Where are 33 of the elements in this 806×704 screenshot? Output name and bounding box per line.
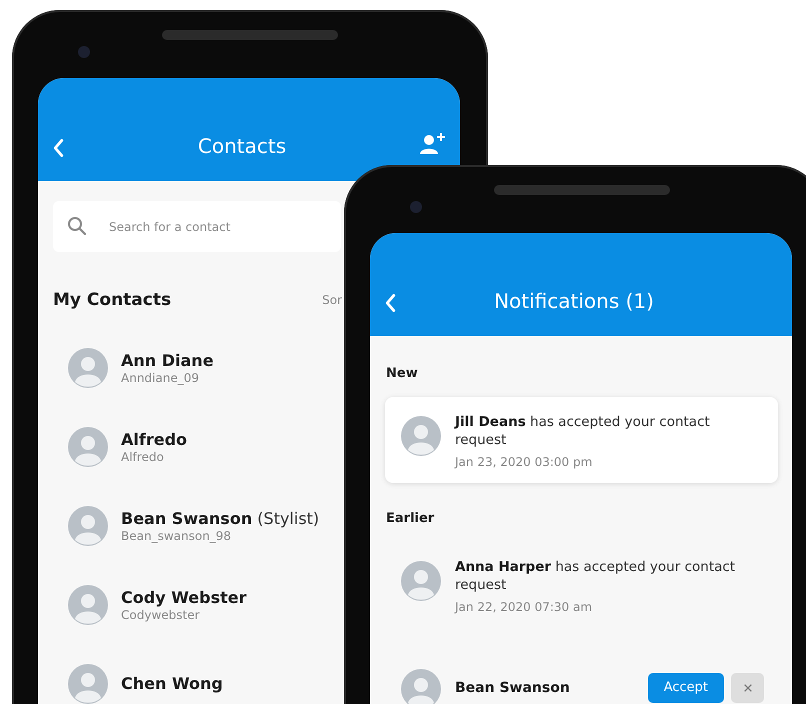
contact-name[interactable]: Ann Diane [121,350,214,370]
camera-lens [78,46,90,58]
requester-name: Bean Swanson [455,680,571,696]
contact-name[interactable]: Cody Webster [121,588,246,606]
avatar-icon [401,416,441,456]
contact-username: Anndiane_09 [121,370,200,384]
section-title: New [386,366,419,381]
add-person-icon[interactable] [419,132,446,155]
avatar-icon [68,348,108,388]
search-icon [67,216,87,236]
contact-name[interactable]: Alfredo [121,430,188,448]
header-title: Contacts [196,133,288,159]
contact-name[interactable]: Bean Swanson [121,508,252,528]
accept-button[interactable]: Accept [648,672,724,702]
contact-username: Bean_swanson_98 [121,528,232,542]
avatar-icon [401,561,441,601]
contact-name[interactable]: Chen Wong [121,674,223,693]
avatar-icon [68,584,108,624]
avatar-icon [68,506,108,546]
search-field[interactable]: Search for a contact [53,201,341,252]
header-title: Notifications (1) [493,288,655,314]
section-title: My Contacts [53,290,172,310]
close-icon[interactable] [742,682,752,692]
contact-username: Codywebster [121,608,201,622]
contact-note: (Stylist) [256,508,320,528]
notification-text: Anna Harper has accepted your contact request [455,558,736,594]
avatar-icon [68,426,108,466]
notification-time: Jan 23, 2020 03:00 pm [455,455,594,469]
contact-username: Alfredo [121,450,165,464]
camera-lens [410,201,422,213]
section-title: Earlier [386,511,436,526]
notification-time: Jan 22, 2020 07:30 am [455,600,594,614]
notification-text: Jill Deans has accepted your contact request [455,413,711,449]
